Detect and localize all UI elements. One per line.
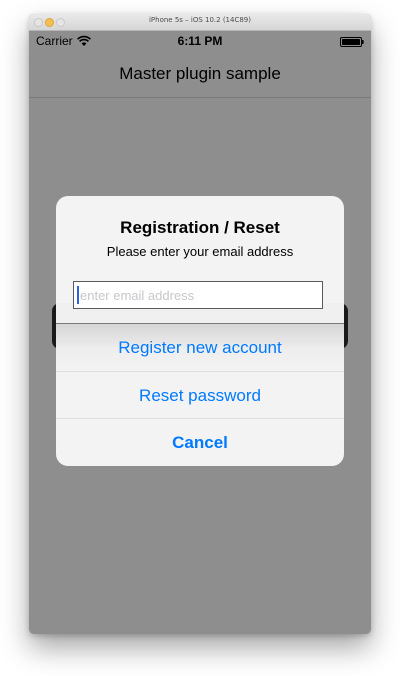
window-title: iPhone 5s – iOS 10.2 (14C89) xyxy=(148,16,251,24)
navigation-bar: Master plugin sample xyxy=(29,51,371,98)
reset-password-button[interactable]: Reset password xyxy=(56,372,344,419)
register-new-account-button[interactable]: Register new account xyxy=(56,324,344,371)
registration-alert: Registration / Reset Please enter your e… xyxy=(56,196,344,466)
status-bar: Carrier 6:11 PM xyxy=(29,31,371,51)
text-cursor xyxy=(77,286,79,304)
simulator-titlebar: iPhone 5s – iOS 10.2 (14C89) xyxy=(29,14,371,31)
battery-icon xyxy=(340,37,364,47)
simulator-window: iPhone 5s – iOS 10.2 (14C89) Carrier 6:1… xyxy=(29,14,371,634)
alert-message: Please enter your email address xyxy=(106,244,294,259)
alert-title: Registration / Reset xyxy=(120,218,280,237)
status-time: 6:11 PM xyxy=(177,34,223,48)
email-field[interactable] xyxy=(73,281,323,309)
cancel-button[interactable]: Cancel xyxy=(56,419,344,466)
nav-title: Master plugin sample xyxy=(119,64,281,83)
